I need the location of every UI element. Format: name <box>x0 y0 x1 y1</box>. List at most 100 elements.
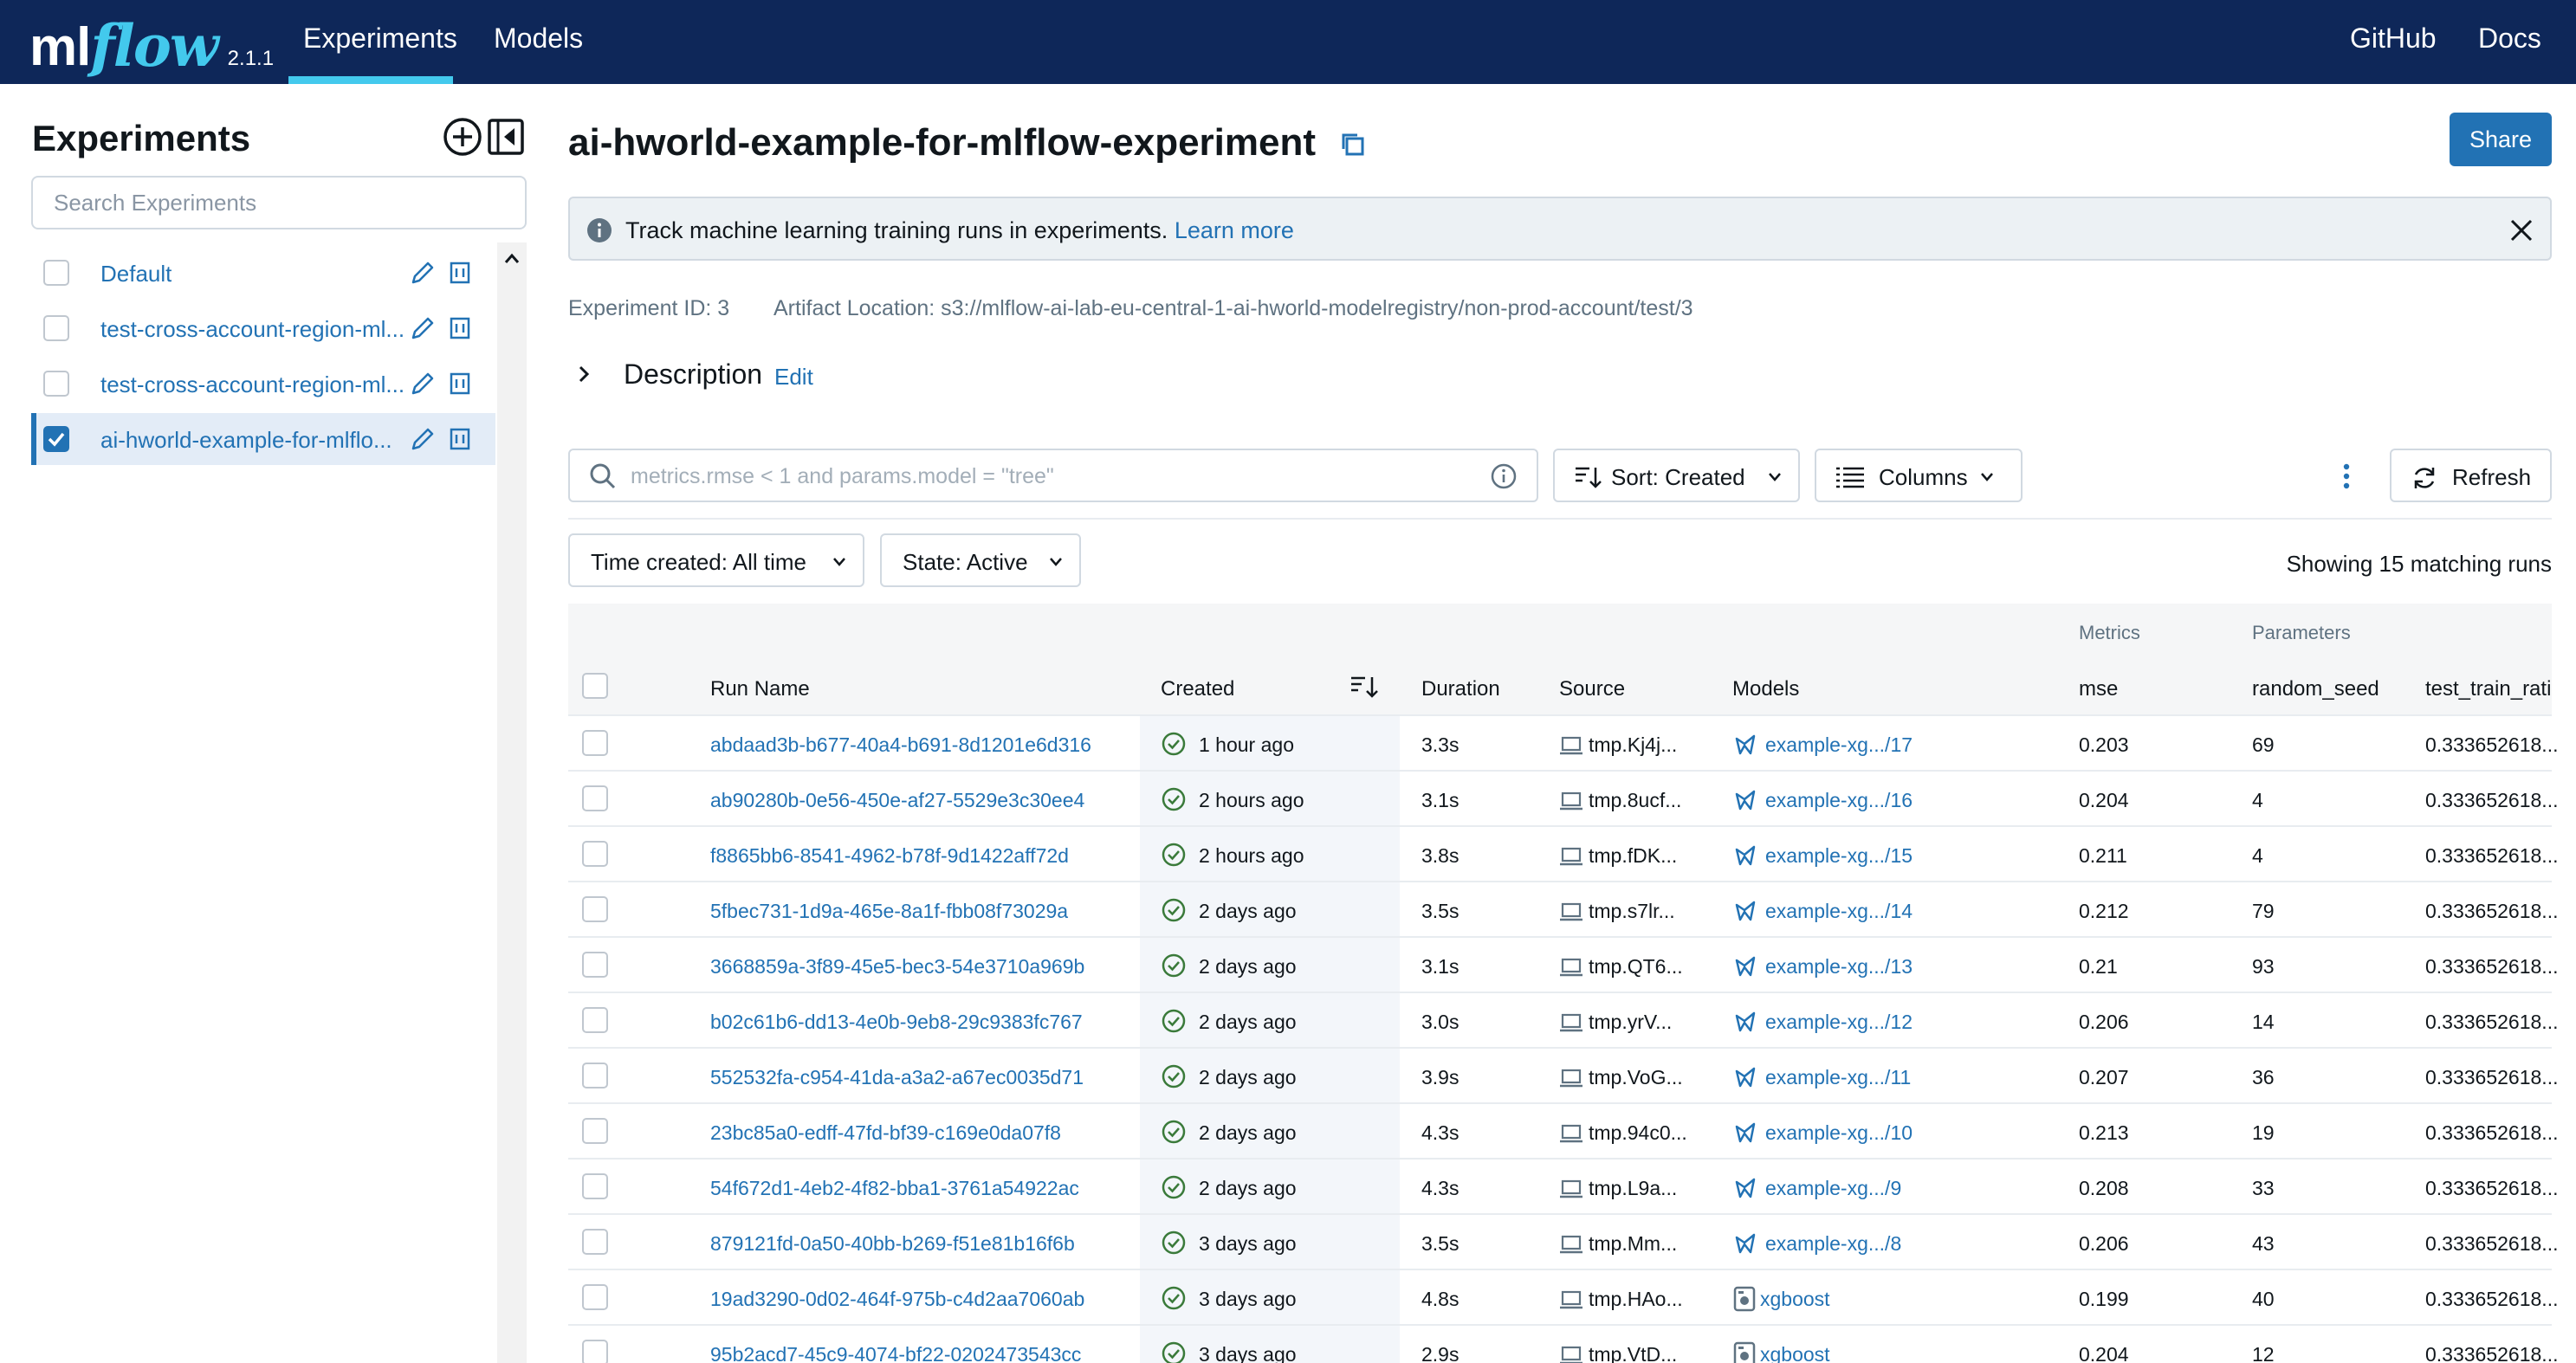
created-time[interactable]: 3 days ago <box>1199 1343 1297 1363</box>
run-source[interactable]: tmp.s7lr... <box>1589 900 1675 923</box>
col-test-train-ratio[interactable]: test_train_ratio <box>2425 677 2552 701</box>
row-checkbox[interactable] <box>582 730 608 756</box>
col-duration[interactable]: Duration <box>1421 677 1500 701</box>
runs-search-input[interactable] <box>631 457 1462 495</box>
created-time[interactable]: 3 days ago <box>1199 1232 1297 1256</box>
created-time[interactable]: 2 days ago <box>1199 1121 1297 1145</box>
model-link[interactable]: example-xg.../15 <box>1765 844 1913 868</box>
table-row[interactable]: ab90280b-0e56-450e-af27-5529e3c30ee4 2 ho… <box>568 772 2558 827</box>
description-edit-link[interactable]: Edit <box>774 364 813 391</box>
nav-models[interactable]: Models <box>494 23 583 55</box>
row-checkbox[interactable] <box>582 1118 608 1144</box>
row-checkbox[interactable] <box>582 1063 608 1088</box>
table-row[interactable]: 19ad3290-0d02-464f-975b-c4d2aa7060ab 3 da… <box>568 1270 2558 1326</box>
run-name-link[interactable]: 879121fd-0a50-40bb-b269-f51e81b16f6b <box>710 1232 1075 1256</box>
model-link[interactable]: example-xg.../10 <box>1765 1121 1913 1145</box>
run-name-link[interactable]: f8865bb6-8541-4962-b78f-9d1422aff72d <box>710 844 1069 868</box>
row-checkbox[interactable] <box>582 1173 608 1199</box>
delete-icon[interactable] <box>449 371 471 396</box>
run-name-link[interactable]: 54f672d1-4eb2-4f82-bba1-3761a54922ac <box>710 1177 1079 1200</box>
col-created[interactable]: Created <box>1161 677 1234 701</box>
run-source[interactable]: tmp.VtD... <box>1589 1343 1677 1363</box>
table-row[interactable]: 879121fd-0a50-40bb-b269-f51e81b16f6b 3 da… <box>568 1215 2558 1270</box>
sidebar-item-default[interactable]: Default <box>31 247 495 299</box>
created-time[interactable]: 2 days ago <box>1199 900 1297 923</box>
row-checkbox[interactable] <box>582 1229 608 1255</box>
edit-pencil-icon[interactable] <box>409 259 437 287</box>
table-row[interactable]: 54f672d1-4eb2-4f82-bba1-3761a54922ac 2 da… <box>568 1160 2558 1215</box>
run-source[interactable]: tmp.HAo... <box>1589 1288 1683 1311</box>
run-source[interactable]: tmp.8ucf... <box>1589 789 1681 812</box>
delete-icon[interactable] <box>449 316 471 340</box>
run-source[interactable]: tmp.Kj4j... <box>1589 733 1677 757</box>
select-all-checkbox[interactable] <box>582 673 608 699</box>
table-row[interactable]: 3668859a-3f89-45e5-bec3-54e3710a969b 2 da… <box>568 938 2558 993</box>
nav-docs[interactable]: Docs <box>2478 23 2541 55</box>
model-link[interactable]: example-xg.../14 <box>1765 900 1913 923</box>
table-row[interactable]: 95b2acd7-45c9-4074-bf22-0202473543cc 3 da… <box>568 1326 2558 1363</box>
created-time[interactable]: 2 hours ago <box>1199 844 1304 868</box>
created-time[interactable]: 3 days ago <box>1199 1288 1297 1311</box>
run-name-link[interactable]: 552532fa-c954-41da-a3a2-a67ec0035d71 <box>710 1066 1084 1089</box>
run-source[interactable]: tmp.Mm... <box>1589 1232 1677 1256</box>
col-models[interactable]: Models <box>1732 677 1799 701</box>
run-name-link[interactable]: 19ad3290-0d02-464f-975b-c4d2aa7060ab <box>710 1288 1084 1311</box>
edit-pencil-icon[interactable] <box>409 425 437 453</box>
sidebar-item-experiment[interactable]: test-cross-account-region-ml... <box>31 302 495 354</box>
model-link[interactable]: example-xg.../16 <box>1765 789 1913 812</box>
col-run-name[interactable]: Run Name <box>710 677 810 701</box>
add-experiment-icon[interactable] <box>442 116 483 158</box>
row-checkbox[interactable] <box>582 1284 608 1310</box>
edit-pencil-icon[interactable] <box>409 314 437 342</box>
nav-experiments[interactable]: Experiments <box>303 23 457 55</box>
run-name-link[interactable]: 95b2acd7-45c9-4074-bf22-0202473543cc <box>710 1343 1081 1363</box>
created-time[interactable]: 1 hour ago <box>1199 733 1294 757</box>
nav-github[interactable]: GitHub <box>2350 23 2437 55</box>
run-source[interactable]: tmp.VoG... <box>1589 1066 1683 1089</box>
run-name-link[interactable]: abdaad3b-b677-40a4-b691-8d1201e6d316 <box>710 733 1091 757</box>
experiment-checkbox[interactable] <box>43 315 69 341</box>
experiment-label[interactable]: test-cross-account-region-ml... <box>100 316 405 343</box>
table-row[interactable]: 552532fa-c954-41da-a3a2-a67ec0035d71 2 da… <box>568 1049 2558 1104</box>
scroll-up-icon[interactable] <box>502 249 521 268</box>
run-name-link[interactable]: 23bc85a0-edff-47fd-bf39-c169e0da07f8 <box>710 1121 1061 1145</box>
runs-search-box[interactable] <box>568 449 1538 502</box>
created-time[interactable]: 2 days ago <box>1199 1177 1297 1200</box>
run-source[interactable]: tmp.94c0... <box>1589 1121 1687 1145</box>
copy-icon[interactable] <box>1338 130 1368 159</box>
model-link[interactable]: xgboost <box>1760 1343 1830 1363</box>
mlflow-logo[interactable]: ml flow 2.1.1 <box>29 5 274 74</box>
sidebar-item-selected-experiment[interactable]: ai-hworld-example-for-mlflo... <box>31 413 495 465</box>
delete-icon[interactable] <box>449 427 471 451</box>
table-row[interactable]: f8865bb6-8541-4962-b78f-9d1422aff72d 2 ho… <box>568 827 2558 882</box>
info-circle-icon[interactable] <box>1490 462 1518 490</box>
experiment-label[interactable]: ai-hworld-example-for-mlflo... <box>100 427 392 454</box>
model-link[interactable]: xgboost <box>1760 1288 1830 1311</box>
model-link[interactable]: example-xg.../13 <box>1765 955 1913 979</box>
row-checkbox[interactable] <box>582 785 608 811</box>
state-filter[interactable]: State: Active <box>880 533 1081 587</box>
created-time[interactable]: 2 days ago <box>1199 1011 1297 1034</box>
table-row[interactable]: 23bc85a0-edff-47fd-bf39-c169e0da07f8 2 da… <box>568 1104 2558 1160</box>
table-row[interactable]: abdaad3b-b677-40a4-b691-8d1201e6d316 1 ho… <box>568 716 2558 772</box>
run-source[interactable]: tmp.QT6... <box>1589 955 1683 979</box>
experiment-checkbox[interactable] <box>43 260 69 286</box>
run-source[interactable]: tmp.yrV... <box>1589 1011 1672 1034</box>
edit-pencil-icon[interactable] <box>409 370 437 397</box>
table-row[interactable]: b02c61b6-dd13-4e0b-9eb8-29c9383fc767 2 da… <box>568 993 2558 1049</box>
sort-desc-icon[interactable] <box>1349 674 1379 701</box>
row-checkbox[interactable] <box>582 1340 608 1363</box>
sidebar-item-experiment[interactable]: test-cross-account-region-ml... <box>31 358 495 410</box>
refresh-button[interactable]: Refresh <box>2390 449 2552 502</box>
row-checkbox[interactable] <box>582 841 608 867</box>
run-name-link[interactable]: b02c61b6-dd13-4e0b-9eb8-29c9383fc767 <box>710 1011 1083 1034</box>
row-checkbox[interactable] <box>582 952 608 978</box>
experiment-label[interactable]: test-cross-account-region-ml... <box>100 371 405 398</box>
more-options-icon[interactable] <box>2339 462 2354 490</box>
created-time[interactable]: 2 hours ago <box>1199 789 1304 812</box>
sort-dropdown[interactable]: Sort: Created <box>1553 449 1800 502</box>
row-checkbox[interactable] <box>582 1007 608 1033</box>
experiment-checkbox[interactable] <box>43 371 69 397</box>
run-name-link[interactable]: 3668859a-3f89-45e5-bec3-54e3710a969b <box>710 955 1084 979</box>
learn-more-link[interactable]: Learn more <box>1175 217 1294 243</box>
